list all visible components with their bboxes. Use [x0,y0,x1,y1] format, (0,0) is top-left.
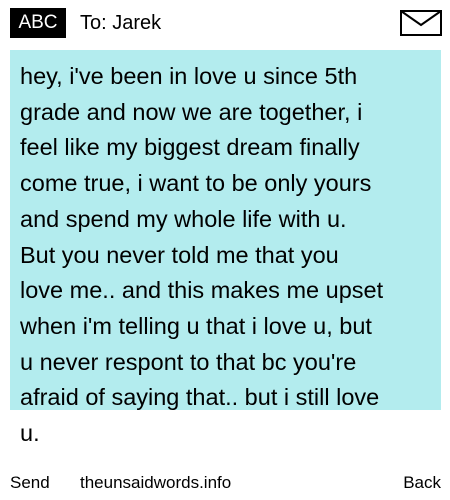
message-header: ABC To: Jarek [0,0,450,44]
envelope-icon [400,10,442,36]
back-button[interactable]: Back [403,470,441,496]
input-mode-badge: ABC [10,8,66,38]
site-watermark: theunsaidwords.info [80,473,232,492]
softkey-bar: Send theunsaidwords.info Back [0,470,450,496]
recipient-field[interactable]: To: Jarek [80,8,161,38]
message-body[interactable]: hey, i've been in love u since 5th grade… [20,59,438,452]
send-button[interactable]: Send [10,470,50,496]
